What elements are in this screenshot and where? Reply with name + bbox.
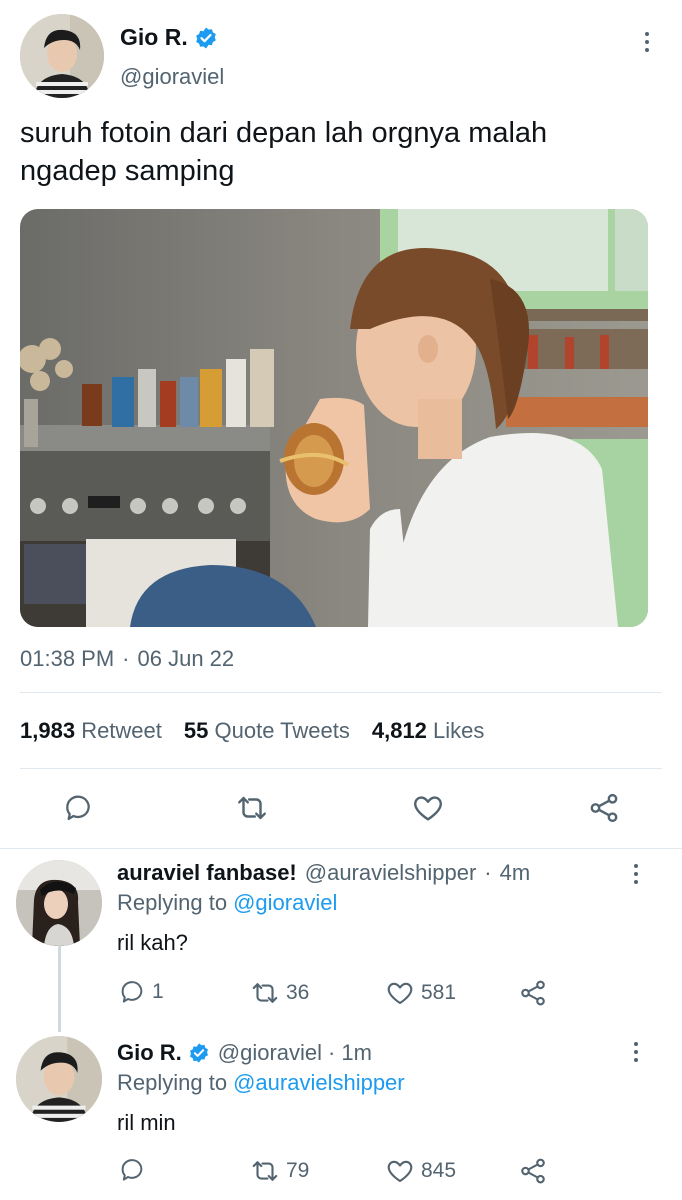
retweets-label: Retweet xyxy=(81,718,162,743)
reply-author-name[interactable]: Gio R. xyxy=(117,1040,182,1066)
share-icon xyxy=(590,793,618,823)
tweet-date: 06 Jun 22 xyxy=(137,646,235,671)
reply-retweet-button[interactable]: 79 xyxy=(250,1156,309,1186)
author-avatar[interactable] xyxy=(20,14,104,98)
retweet-button[interactable] xyxy=(234,790,270,826)
divider xyxy=(20,768,662,769)
reply-avatar[interactable] xyxy=(16,1036,102,1122)
reply-author-handle[interactable]: @auravielshipper xyxy=(305,860,477,886)
tweet-text-line-1: suruh fotoin dari depan lah orgnya malah xyxy=(20,117,548,149)
like-count: 581 xyxy=(421,981,457,1004)
reply-age[interactable]: 4m xyxy=(500,860,531,886)
author-handle[interactable]: @gioraviel xyxy=(120,64,224,90)
retweet-count: 36 xyxy=(286,981,310,1004)
retweets-count: 1,983 xyxy=(20,718,76,743)
reply-separator: · xyxy=(328,1040,336,1065)
replying-to-link[interactable]: @gioraviel xyxy=(233,890,337,916)
reply-like-button[interactable]: 581 xyxy=(385,978,456,1008)
more-icon[interactable] xyxy=(626,860,646,888)
quotes-label: Quote Tweets xyxy=(214,718,350,743)
replying-to-label: Replying to xyxy=(117,1070,228,1095)
reply-icon xyxy=(121,981,143,1003)
like-icon xyxy=(387,1160,413,1183)
reply-text: ril kah? xyxy=(117,930,188,955)
tweet-photo[interactable] xyxy=(20,209,648,627)
verified-badge-icon xyxy=(189,1043,208,1063)
like-icon xyxy=(414,796,442,821)
likes-label: Likes xyxy=(433,718,485,743)
share-button[interactable] xyxy=(586,790,622,826)
replying-to-link[interactable]: @auravielshipper xyxy=(233,1070,405,1096)
retweet-icon xyxy=(252,1161,278,1181)
reply-share-button[interactable] xyxy=(518,978,548,1008)
reply-count: 1 xyxy=(152,980,164,1003)
timestamp-separator: · xyxy=(122,646,130,671)
more-icon[interactable] xyxy=(637,28,657,56)
retweet-icon xyxy=(238,796,266,820)
reply-icon xyxy=(66,795,90,821)
retweet-icon xyxy=(252,983,278,1003)
divider xyxy=(20,692,662,693)
share-icon xyxy=(521,1158,545,1184)
thread-line xyxy=(58,946,61,1032)
tweet-text-line-2: ngadep samping xyxy=(20,155,235,187)
reply-reply-button[interactable]: 1 xyxy=(118,978,164,1006)
tweet-timestamp[interactable]: 01:38 PM · 06 Jun 22 xyxy=(20,646,234,672)
reply-retweet-button[interactable]: 36 xyxy=(250,978,309,1008)
reply-author-name[interactable]: auraviel fanbase! xyxy=(117,860,297,886)
likes-stat[interactable]: 4,812 Likes xyxy=(372,718,485,744)
quotes-count: 55 xyxy=(183,718,209,743)
divider xyxy=(0,848,682,849)
reply-icon xyxy=(121,1159,143,1181)
verified-badge-icon xyxy=(195,27,216,48)
reply-avatar[interactable] xyxy=(16,860,102,946)
reply-like-button[interactable]: 845 xyxy=(385,1156,456,1186)
tweet-time: 01:38 PM xyxy=(20,646,115,671)
reply-separator: · xyxy=(484,860,492,885)
tweet-text: suruh fotoin dari depan lah orgnya malah… xyxy=(20,114,660,190)
reply-age[interactable]: 1m xyxy=(341,1040,372,1066)
retweet-count: 79 xyxy=(286,1159,310,1182)
reply-text: ril min xyxy=(117,1110,176,1135)
likes-count: 4,812 xyxy=(371,718,427,743)
like-button[interactable] xyxy=(410,790,446,826)
reply-author-handle[interactable]: @gioraviel xyxy=(218,1040,322,1066)
reply-button[interactable] xyxy=(60,790,96,826)
quotes-stat[interactable]: 55 Quote Tweets xyxy=(184,718,350,744)
tweet-stats: 1,983 Retweet 55 Quote Tweets 4,812 Like… xyxy=(20,718,484,744)
more-icon[interactable] xyxy=(626,1038,646,1066)
share-icon xyxy=(521,980,545,1006)
retweets-stat[interactable]: 1,983 Retweet xyxy=(20,718,162,744)
reply-reply-button[interactable] xyxy=(118,1156,152,1184)
like-count: 845 xyxy=(421,1159,457,1182)
author-name[interactable]: Gio R. xyxy=(120,24,188,51)
replying-to-label: Replying to xyxy=(117,890,228,915)
like-icon xyxy=(387,982,413,1005)
reply-share-button[interactable] xyxy=(518,1156,548,1186)
